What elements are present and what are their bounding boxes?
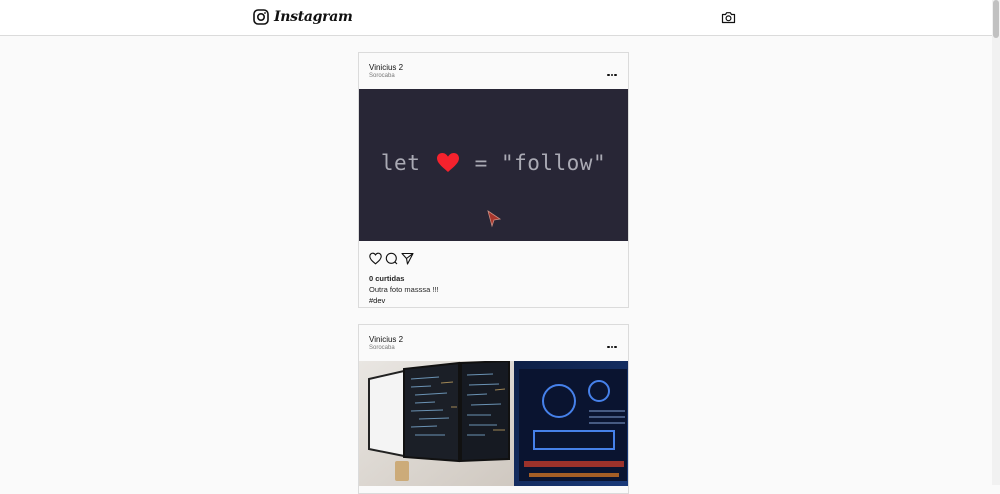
image-code-text: let = "follow": [359, 151, 628, 175]
post-location[interactable]: Sorocaba: [369, 73, 395, 79]
post-actions: [359, 241, 628, 267]
more-options-icon[interactable]: [607, 338, 619, 349]
like-heart-icon[interactable]: [369, 252, 382, 265]
code-let: let: [380, 151, 421, 175]
feed-post: Vinicius 2 Sorocaba: [358, 324, 629, 494]
share-icon[interactable]: [401, 252, 414, 265]
comment-icon[interactable]: [385, 252, 398, 265]
instagram-logo[interactable]: Instagram: [253, 7, 353, 27]
code-follow: = "follow": [474, 151, 607, 175]
post-username[interactable]: Vinicius 2: [369, 335, 403, 344]
post-caption: Outra foto masssa !!!: [369, 285, 439, 294]
workstation-photo: [359, 361, 628, 486]
logo-wordmark: Instagram: [274, 9, 353, 25]
post-hashtag[interactable]: #dev: [369, 296, 628, 315]
instagram-glyph-icon: [253, 9, 269, 25]
post-username[interactable]: Vinicius 2: [369, 63, 403, 72]
post-image[interactable]: let = "follow": [359, 89, 628, 241]
cursor-icon: [487, 210, 502, 228]
top-navbar: Instagram: [0, 0, 992, 36]
scrollbar-thumb[interactable]: [993, 0, 999, 38]
more-options-icon[interactable]: [607, 66, 619, 77]
feed-post: Vinicius 2 Sorocaba let = "follow" 0 cur…: [358, 52, 629, 308]
post-header: Vinicius 2 Sorocaba: [359, 53, 628, 89]
camera-icon[interactable]: [721, 10, 736, 25]
likes-count: 0 curtidas: [369, 274, 405, 283]
post-location[interactable]: Sorocaba: [369, 345, 395, 351]
post-header: Vinicius 2 Sorocaba: [359, 325, 628, 361]
page-scrollbar[interactable]: [992, 0, 1000, 485]
post-image[interactable]: [359, 361, 628, 486]
heart-icon: [436, 153, 459, 172]
